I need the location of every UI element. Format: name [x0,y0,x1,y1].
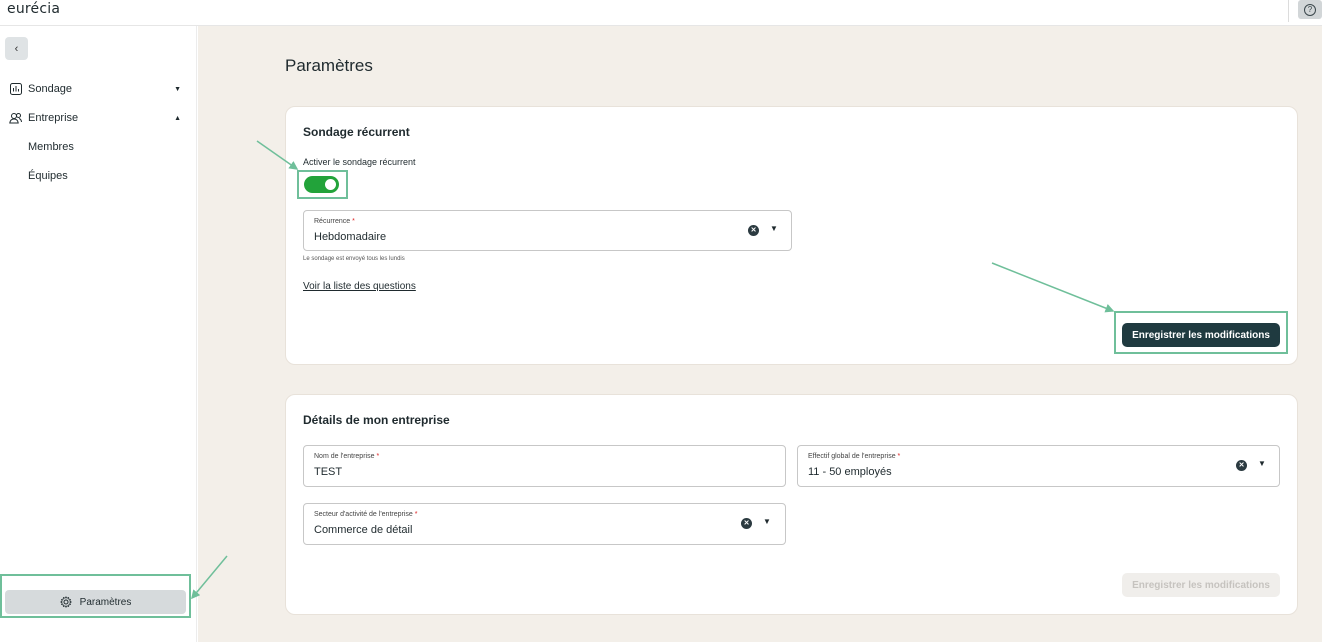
card-title: Détails de mon entreprise [303,413,450,427]
sidebar-item-membres[interactable]: Membres [28,141,74,153]
sidebar-item-label: Sondage [28,83,73,95]
gear-icon [59,596,72,608]
field-label: Nom de l'entreprise * [314,453,380,460]
questions-list-link[interactable]: Voir la liste des questions [303,281,416,292]
company-details-card: Détails de mon entreprise Nom de l'entre… [285,394,1298,615]
help-button[interactable]: ? [1298,0,1322,19]
company-size-select[interactable]: Effectif global de l'entreprise * 11 - 5… [797,445,1280,487]
field-value: 11 - 50 employés [808,466,892,478]
toggle-label: Activer le sondage récurrent [303,157,416,167]
users-icon [9,112,22,125]
sidebar-settings-button[interactable]: Paramètres [5,590,186,614]
sidebar-item-equipes[interactable]: Équipes [28,170,68,182]
topbar-divider [1288,0,1289,22]
sidebar-item-sondage[interactable]: Sondage ▼ [9,79,187,99]
field-label: Secteur d'activité de l'entreprise * [314,511,418,518]
help-icon: ? [1304,3,1316,16]
chevron-down-icon[interactable]: ▼ [763,517,771,526]
company-sector-select[interactable]: Secteur d'activité de l'entreprise * Com… [303,503,786,545]
card-title: Sondage récurrent [303,125,410,139]
chevron-left-icon: ‹ [14,42,19,55]
collapse-sidebar-button[interactable]: ‹ [5,37,28,60]
recurrence-select[interactable]: Récurrence * Hebdomadaire ✕ ▼ [303,210,792,251]
recurring-survey-toggle[interactable] [304,176,339,193]
sidebar-item-entreprise[interactable]: Entreprise ▲ [9,108,187,128]
page-title: Paramètres [285,56,373,75]
field-label: Effectif global de l'entreprise * [808,453,901,460]
chevron-down-icon[interactable]: ▼ [770,224,778,233]
chevron-down-icon[interactable]: ▼ [1258,459,1266,468]
save-button[interactable]: Enregistrer les modifications [1122,323,1280,347]
helper-text: Le sondage est envoyé tous les lundis [303,256,405,262]
toggle-knob [325,179,336,190]
recurring-survey-card: Sondage récurrent Activer le sondage réc… [285,106,1298,365]
caret-up-icon: ▲ [174,114,181,122]
save-button-disabled[interactable]: Enregistrer les modifications [1122,573,1280,597]
clear-icon[interactable]: ✕ [748,225,759,236]
main-content: Paramètres Sondage récurrent Activer le … [198,26,1322,642]
bar-chart-icon [9,83,22,96]
sidebar: ‹ Sondage ▼ Entreprise ▲ Membres Équipes [0,26,197,642]
field-value: TEST [314,466,343,478]
field-value: Commerce de détail [314,524,413,536]
clear-icon[interactable]: ✕ [741,518,752,529]
settings-label: Paramètres [79,596,132,608]
sidebar-item-label: Entreprise [28,112,79,124]
top-bar: eurécia ? [0,0,1322,26]
clear-icon[interactable]: ✕ [1236,460,1247,471]
caret-down-icon: ▼ [174,85,181,93]
field-label: Récurrence * [314,218,355,225]
app-logo: eurécia [7,1,61,17]
field-value: Hebdomadaire [314,231,387,243]
company-name-field[interactable]: Nom de l'entreprise * TEST [303,445,786,487]
